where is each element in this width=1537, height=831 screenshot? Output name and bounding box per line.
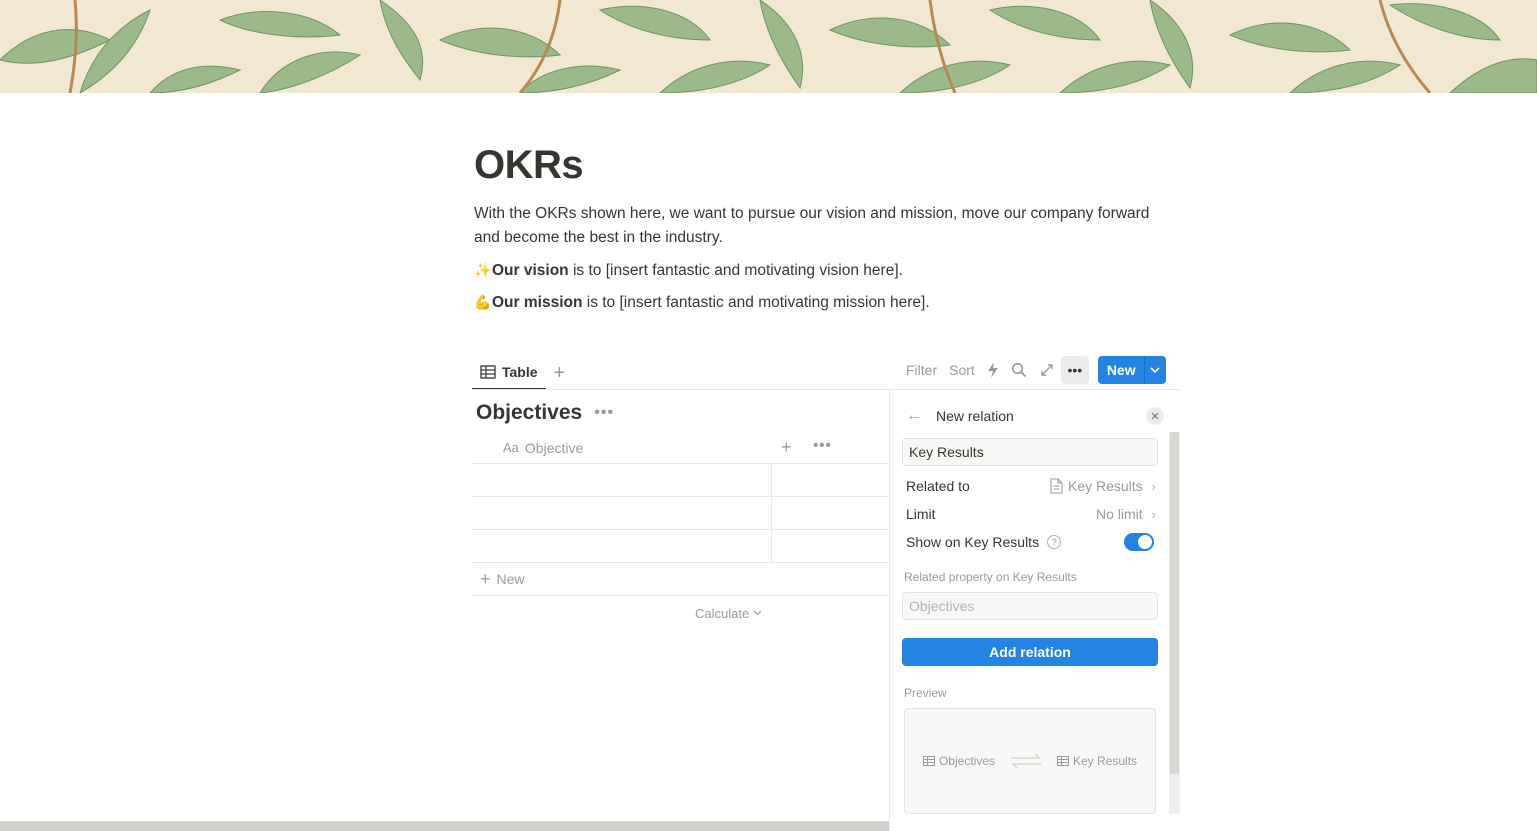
preview-right-label: Key Results (1073, 754, 1138, 768)
chevron-right-icon: › (1151, 506, 1156, 522)
add-property-icon[interactable]: + (781, 437, 792, 458)
page-title[interactable]: OKRs (474, 143, 584, 188)
vision-paragraph[interactable]: ✨Our vision is to [insert fantastic and … (474, 258, 1174, 283)
chevron-down-icon (753, 610, 762, 616)
relation-name-input[interactable]: Key Results (902, 438, 1158, 466)
limit-text: No limit (1095, 506, 1143, 522)
automation-icon[interactable] (981, 356, 1005, 384)
related-to-label: Related to (906, 478, 970, 494)
cell-divider (771, 464, 772, 497)
panel-title: New relation (936, 408, 1014, 424)
database-toolbar: Filter Sort ••• New (900, 356, 1166, 384)
chevron-down-icon[interactable] (1143, 356, 1166, 384)
tab-table-label: Table (502, 364, 538, 380)
cover-image[interactable] (0, 0, 1537, 93)
panel-header: ← New relation ✕ (906, 405, 1164, 427)
show-on-label: Show on Key Results (906, 534, 1040, 550)
view-tabs: Table + (472, 356, 565, 390)
preview-left-label: Objectives (938, 754, 995, 768)
related-to-text: Key Results (1067, 478, 1143, 494)
swap-arrows-icon (1011, 753, 1041, 769)
add-view-icon[interactable]: + (554, 363, 566, 383)
leaf-pattern-image (0, 0, 1537, 93)
new-button-group: New (1097, 356, 1166, 384)
preview-left: Objectives (922, 754, 995, 768)
panel-scrollbar-thumb[interactable] (1170, 432, 1179, 774)
related-property-input[interactable]: Objectives (902, 592, 1158, 620)
table-row[interactable] (472, 464, 890, 497)
database-title-text[interactable]: Objectives (476, 401, 582, 425)
column-objective[interactable]: Aa Objective (503, 440, 583, 456)
cell-divider (771, 530, 772, 563)
limit-label: Limit (906, 506, 936, 522)
table-icon (922, 756, 935, 766)
vision-text: is to [insert fantastic and motivating v… (568, 262, 903, 279)
table-header: Aa Objective + ••• (472, 432, 890, 464)
sort-button[interactable]: Sort (943, 356, 981, 384)
table-row[interactable] (472, 530, 890, 563)
limit-row[interactable]: Limit No limit › (906, 503, 1156, 525)
related-property-label: Related property on Key Results (904, 570, 1077, 584)
show-on-label-group: Show on Key Results ? (906, 534, 1062, 550)
filter-button[interactable]: Filter (900, 356, 943, 384)
divider (472, 389, 890, 390)
limit-value: No limit › (1096, 506, 1156, 522)
table-icon (1057, 756, 1069, 766)
calculate-button[interactable]: Calculate (472, 596, 890, 630)
plus-icon: + (480, 568, 491, 589)
preview-right: Key Results (1057, 754, 1137, 768)
flexed-biceps-icon: 💪 (474, 294, 492, 310)
calculate-label: Calculate (695, 605, 750, 621)
column-objective-label: Objective (524, 439, 584, 456)
vision-label: Our vision (492, 262, 569, 279)
page-icon (1050, 478, 1063, 494)
show-on-toggle[interactable] (1124, 533, 1154, 551)
database-title: Objectives ••• (476, 401, 614, 425)
text-property-icon: Aa (503, 440, 519, 455)
table-icon (480, 365, 496, 379)
chevron-right-icon: › (1151, 478, 1156, 494)
search-icon[interactable] (1005, 356, 1033, 384)
mission-paragraph[interactable]: 💪Our mission is to [insert fantastic and… (474, 290, 1174, 315)
column-more-icon[interactable]: ••• (813, 437, 832, 454)
relation-preview: Objectives Key Results (904, 708, 1156, 814)
add-row-button[interactable]: + New (472, 563, 890, 596)
related-to-value: Key Results › (1050, 478, 1156, 494)
preview-label: Preview (904, 686, 947, 700)
back-arrow-icon[interactable]: ← (906, 407, 936, 425)
related-to-row[interactable]: Related to Key Results › (906, 475, 1156, 497)
mission-text: is to [insert fantastic and motivating m… (582, 294, 930, 311)
expand-icon[interactable] (1033, 356, 1061, 384)
add-relation-button[interactable]: Add relation (902, 638, 1158, 666)
add-row-label: New (496, 571, 525, 587)
tab-table[interactable]: Table (472, 356, 546, 390)
mission-label: Our mission (492, 294, 583, 311)
objectives-table: Aa Objective + ••• + New Calculate (472, 432, 890, 630)
cell-divider (771, 497, 772, 530)
database-more-icon[interactable]: ••• (594, 404, 614, 422)
table-row[interactable] (472, 497, 890, 530)
show-on-row: Show on Key Results ? (906, 531, 1156, 553)
intro-paragraph[interactable]: With the OKRs shown here, we want to pur… (474, 202, 1174, 250)
more-options-icon[interactable]: ••• (1060, 356, 1089, 384)
horizontal-scrollbar[interactable] (0, 821, 889, 831)
help-icon[interactable]: ? (1047, 535, 1062, 549)
close-icon[interactable]: ✕ (1146, 407, 1164, 425)
sparkles-icon: ✨ (474, 262, 492, 278)
new-button[interactable]: New (1097, 356, 1144, 384)
